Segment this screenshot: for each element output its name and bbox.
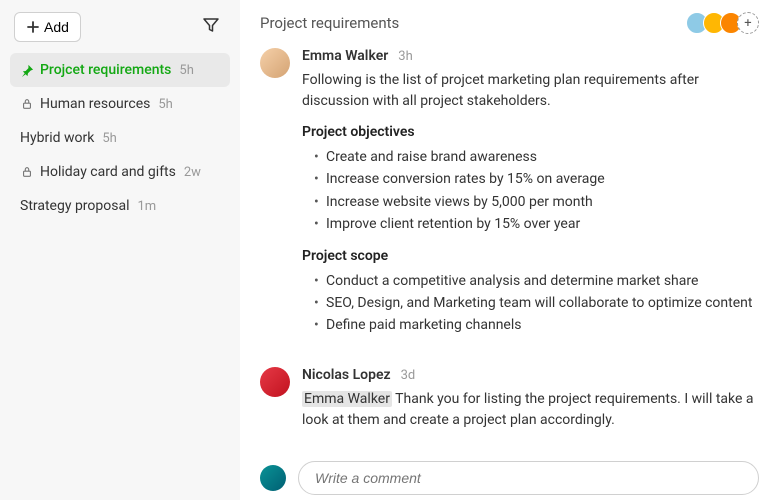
message: Emma Walker 3h Following is the list of … [260,48,759,349]
avatar [260,367,290,397]
bullet-list: Create and raise brand awareness Increas… [302,146,759,236]
sidebar-item-label: Hybrid work [20,130,94,146]
bullet-item: Define paid marketing channels [314,314,759,336]
message-text: Following is the list of projcet marketi… [302,70,759,112]
message-header: Nicolas Lopez 3d [302,367,759,383]
main-panel: Project requirements + Emma Walker 3h Fo… [240,0,779,500]
message-time: 3h [398,49,412,64]
comment-input[interactable] [298,461,759,495]
main-header: Project requirements + [260,12,759,34]
sidebar-item-time: 1m [137,199,156,214]
message-time: 3d [401,368,416,383]
bullet-item: Increase website views by 5,000 per mont… [314,191,759,213]
avatar [260,48,290,78]
message-body: Nicolas Lopez 3d Emma Walker Thank you f… [302,367,759,443]
message-author: Nicolas Lopez [302,367,391,383]
message-text: Emma Walker Thank you for listing the pr… [302,389,759,431]
add-button-label: Add [44,19,69,35]
pin-icon [20,63,34,77]
bullet-list: Conduct a competitive analysis and deter… [302,270,759,337]
sidebar-item-label: Projcet requirements [40,62,171,78]
sidebar-item-project-requirements[interactable]: Projcet requirements 5h [10,53,230,87]
page-title: Project requirements [260,14,399,32]
filter-icon [202,22,220,37]
sidebar-item-label: Strategy proposal [20,198,129,214]
sidebar-item-human-resources[interactable]: Human resources 5h [10,87,230,121]
composer [260,461,759,495]
sidebar-item-holiday-card[interactable]: Holiday card and gifts 2w [10,155,230,189]
sidebar-item-hybrid-work[interactable]: Hybrid work 5h [10,121,230,155]
message-header: Emma Walker 3h [302,48,759,64]
plus-icon [26,20,40,34]
lock-icon [20,97,34,111]
plus-icon: + [744,16,751,31]
sidebar: Add Projcet requirements 5h Human resour… [0,0,240,500]
section-title: Project objectives [302,124,759,140]
bullet-item: Improve client retention by 15% over yea… [314,213,759,235]
message-body: Emma Walker 3h Following is the list of … [302,48,759,349]
mention[interactable]: Emma Walker [302,391,392,407]
message: Nicolas Lopez 3d Emma Walker Thank you f… [260,367,759,443]
sidebar-item-label: Human resources [40,96,150,112]
sidebar-item-strategy-proposal[interactable]: Strategy proposal 1m [10,189,230,223]
filter-button[interactable] [196,10,226,43]
bullet-item: Create and raise brand awareness [314,146,759,168]
add-member-button[interactable]: + [737,12,759,34]
avatar [260,465,286,491]
lock-icon [20,165,34,179]
message-author: Emma Walker [302,48,388,64]
sidebar-item-time: 5h [102,131,116,146]
sidebar-item-time: 5h [179,63,193,78]
bullet-item: SEO, Design, and Marketing team will col… [314,292,759,314]
sidebar-item-label: Holiday card and gifts [40,164,176,180]
sidebar-toolbar: Add [10,10,230,43]
bullet-item: Conduct a competitive analysis and deter… [314,270,759,292]
sidebar-item-time: 5h [158,97,172,112]
bullet-item: Increase conversion rates by 15% on aver… [314,168,759,190]
add-button[interactable]: Add [14,12,81,42]
section-title: Project scope [302,248,759,264]
sidebar-item-time: 2w [184,165,201,180]
member-avatars: + [691,12,759,34]
